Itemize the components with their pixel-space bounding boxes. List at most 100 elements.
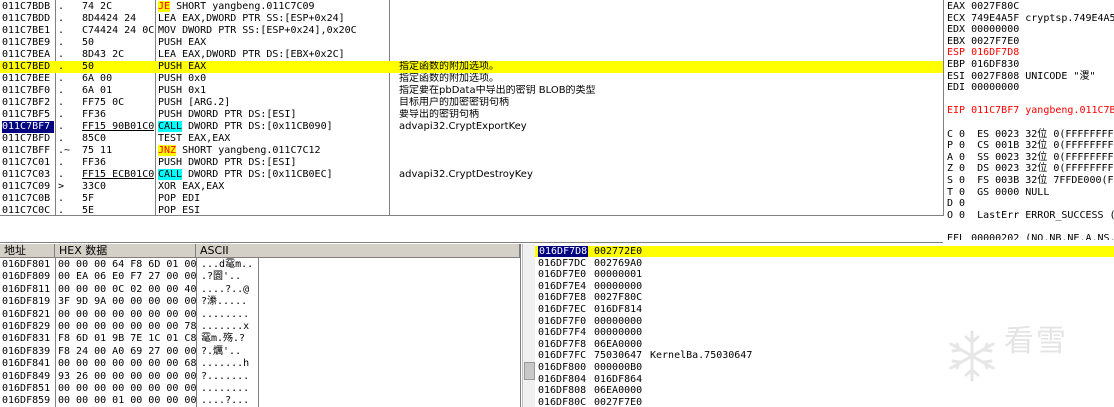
stack-value[interactable]: 06EA0000 [594, 339, 642, 350]
disasm-operands[interactable]: EAX,DWORD PTR DS:[EBX+0x2C] [176, 49, 345, 60]
disasm-instruction[interactable]: POP EDI [158, 193, 386, 205]
register-row[interactable]: EFL 00000202 (NO,NB,NE,A,NS, [947, 233, 1114, 240]
stack-pane[interactable]: 016DF7D8 002772E0 016DF7DC 002769A0 016DF7E0… [535, 244, 1114, 407]
disasm-operands[interactable]: EAX,EAX [176, 181, 224, 192]
disasm-instruction[interactable]: PUSH DWORD PTR DS:[ESI] [158, 157, 386, 169]
stack-row[interactable]: 016DF804 016DF864 [535, 374, 1114, 385]
register-row[interactable]: Z 0 DS 0023 32位 0(FFFFFFFF [947, 163, 1114, 175]
register-row[interactable]: T 0 GS 0000 NULL [947, 187, 1114, 199]
dump-row[interactable]: 016DF841 00 00 00 00 00 00 00 68 .......h [0, 358, 520, 369]
dump-row[interactable]: 016DF809 00 EA 06 E0 F7 27 00 00 .?圜'.. [0, 271, 520, 282]
stack-address[interactable]: 016DF7F4 [538, 327, 586, 338]
stack-value[interactable]: 00000000 [594, 316, 642, 327]
register-row[interactable]: EDI 00000000 [947, 82, 1114, 94]
dump-ascii[interactable]: ?.爄'.. [201, 346, 241, 357]
stack-value[interactable]: 002769A0 [594, 258, 642, 269]
disasm-instruction[interactable]: POP ESI [158, 205, 386, 215]
dump-address[interactable]: 016DF851 [2, 383, 50, 394]
register-row[interactable] [947, 221, 1114, 233]
disasm-hex[interactable]: FF36 [82, 157, 154, 169]
register-row[interactable] [947, 117, 1114, 129]
disasm-instruction[interactable]: LEA EAX,DWORD PTR SS:[ESP+0x24] [158, 13, 386, 25]
disasm-operands[interactable]: DWORD PTR DS:[0x11CB090] [182, 121, 333, 132]
disasm-instruction[interactable]: CALL DWORD PTR DS:[0x11CB0EC] [158, 169, 386, 181]
stack-value[interactable]: 75030647 [594, 350, 642, 361]
disasm-instruction[interactable]: TEST EAX,EAX [158, 133, 386, 145]
disasm-address[interactable]: 011C7BF7 [2, 121, 54, 133]
disasm-operands[interactable]: ESI [176, 205, 200, 215]
disasm-hex[interactable]: 8D4424 24 [82, 13, 154, 25]
register-row[interactable]: ECX 749E4A5F cryptsp.749E4A5F [947, 13, 1114, 25]
dump-header-address[interactable]: 地址 [0, 244, 55, 258]
disassembly-pane[interactable]: 011C7BDB. 74 2C JE SHORT yangbeng.011C7C09… [0, 0, 944, 216]
disasm-instruction[interactable]: PUSH EAX [158, 37, 386, 49]
disasm-instruction[interactable]: XOR EAX,EAX [158, 181, 386, 193]
dump-ascii[interactable]: ....?..@ [201, 284, 249, 295]
disasm-operands[interactable]: EAX,EAX [182, 133, 230, 144]
stack-address[interactable]: 016DF7D8 [538, 246, 589, 257]
stack-row[interactable]: 016DF80C 0027F7E0 [535, 397, 1114, 407]
disasm-operands[interactable]: [ARG.2] [182, 97, 230, 108]
dump-hex[interactable]: 00 00 00 00 00 00 00 00 [58, 383, 196, 394]
stack-value[interactable]: 016DF814 [594, 304, 642, 315]
disasm-row[interactable]: 011C7C03. FF15 ECB01C01 CALL DWORD PTR DS:… [0, 169, 943, 181]
disasm-operands[interactable]: 0x0 [182, 73, 206, 84]
dump-hex[interactable]: 00 00 00 01 00 00 00 00 [58, 395, 196, 406]
disasm-address[interactable]: 011C7BFF [2, 145, 54, 157]
disasm-instruction[interactable]: JNZ SHORT yangbeng.011C7C12 [158, 145, 386, 157]
disasm-address[interactable]: 011C7BDB [2, 1, 54, 13]
disasm-opcode[interactable]: PUSH [158, 73, 182, 84]
stack-address[interactable]: 016DF7DC [538, 258, 586, 269]
disasm-instruction[interactable]: LEA EAX,DWORD PTR DS:[EBX+0x2C] [158, 49, 386, 61]
dump-address[interactable]: 016DF829 [2, 321, 50, 332]
register-row[interactable]: EAX 0027F80C [947, 1, 1114, 13]
disasm-hex[interactable]: 6A 01 [82, 85, 154, 97]
disasm-operands[interactable]: EAX [182, 61, 206, 72]
disasm-row[interactable]: 011C7BE1. C74424 24 0C MOV DWORD PTR SS:[E… [0, 25, 943, 37]
dump-row[interactable]: 016DF829 00 00 00 00 00 00 00 78 .......x [0, 321, 520, 332]
disasm-opcode[interactable]: MOV [158, 25, 176, 36]
stack-address[interactable]: 016DF7F8 [538, 339, 586, 350]
disasm-address[interactable]: 011C7BFD [2, 133, 54, 145]
disasm-address[interactable]: 011C7C03 [2, 169, 54, 181]
disasm-opcode[interactable]: XOR [158, 181, 176, 192]
dump-address[interactable]: 016DF811 [2, 284, 50, 295]
disasm-address[interactable]: 011C7C01 [2, 157, 54, 169]
stack-row[interactable]: 016DF808 06EA0000 [535, 385, 1114, 396]
stack-address[interactable]: 016DF7E4 [538, 281, 586, 292]
dump-address[interactable]: 016DF839 [2, 346, 50, 357]
disasm-operands[interactable]: EAX [182, 37, 206, 48]
disasm-address[interactable]: 011C7BF0 [2, 85, 54, 97]
disasm-hex[interactable]: 5E [82, 205, 154, 215]
disasm-operands[interactable]: DWORD PTR DS:[0x11CB0EC] [182, 169, 333, 180]
stack-row[interactable]: 016DF7E4 00000000 [535, 281, 1114, 292]
stack-row[interactable]: 016DF800 000000B0 [535, 362, 1114, 373]
dump-hex[interactable]: 93 26 00 00 00 00 00 00 [58, 371, 196, 382]
register-row[interactable]: C 0 ES 0023 32位 0(FFFFFFFF [947, 129, 1114, 141]
disasm-row[interactable]: 011C7BF2. FF75 0C PUSH [ARG.2] 目标用户的加密密钥句柄 [0, 97, 943, 109]
register-row[interactable]: S 0 FS 003B 32位 7FFDE000(F [947, 175, 1114, 187]
disasm-hex[interactable]: FF15 90B01C01 [82, 121, 154, 133]
disasm-address[interactable]: 011C7BDD [2, 13, 54, 25]
dump-row[interactable]: 016DF839 F8 24 00 A0 69 27 00 00 ?.爄'.. [0, 346, 520, 357]
disasm-row[interactable]: 011C7BF0. 6A 01 PUSH 0x1 指定要在pbData中导出的密钥 B… [0, 85, 943, 97]
dump-header-hex[interactable]: HEX 数据 [55, 244, 196, 258]
stack-address[interactable]: 016DF800 [538, 362, 586, 373]
disasm-address[interactable]: 011C7BEA [2, 49, 54, 61]
stack-row[interactable]: 016DF7DC 002769A0 [535, 258, 1114, 269]
stack-row[interactable]: 016DF7F8 06EA0000 [535, 339, 1114, 350]
stack-value[interactable]: 0027F80C [594, 292, 642, 303]
dump-row[interactable]: 016DF849 93 26 00 00 00 00 00 00?....... [0, 371, 520, 382]
stack-address[interactable]: 016DF80C [538, 397, 586, 407]
disasm-hex[interactable]: 50 [82, 37, 154, 49]
disasm-address[interactable]: 011C7C0B [2, 193, 54, 205]
dump-hex[interactable]: 00 EA 06 E0 F7 27 00 00 [58, 271, 196, 282]
disasm-opcode[interactable]: CALL [158, 121, 183, 132]
dump-address[interactable]: 016DF809 [2, 271, 50, 282]
disasm-hex[interactable]: C74424 24 0C [82, 25, 154, 37]
disasm-address[interactable]: 011C7C0C [2, 205, 54, 215]
dump-row[interactable]: 016DF819 3F 9D 9A 00 00 00 00 00 ?潫..... [0, 296, 520, 307]
disasm-row[interactable]: 011C7C09 >33C0 XOR EAX,EAX [0, 181, 943, 193]
memory-dump-pane[interactable]: 地址 HEX 数据 ASCII 016DF801 00 00 00 64 F8 6… [0, 244, 521, 407]
disasm-operands[interactable]: EAX,DWORD PTR SS:[ESP+0x24] [176, 13, 345, 24]
